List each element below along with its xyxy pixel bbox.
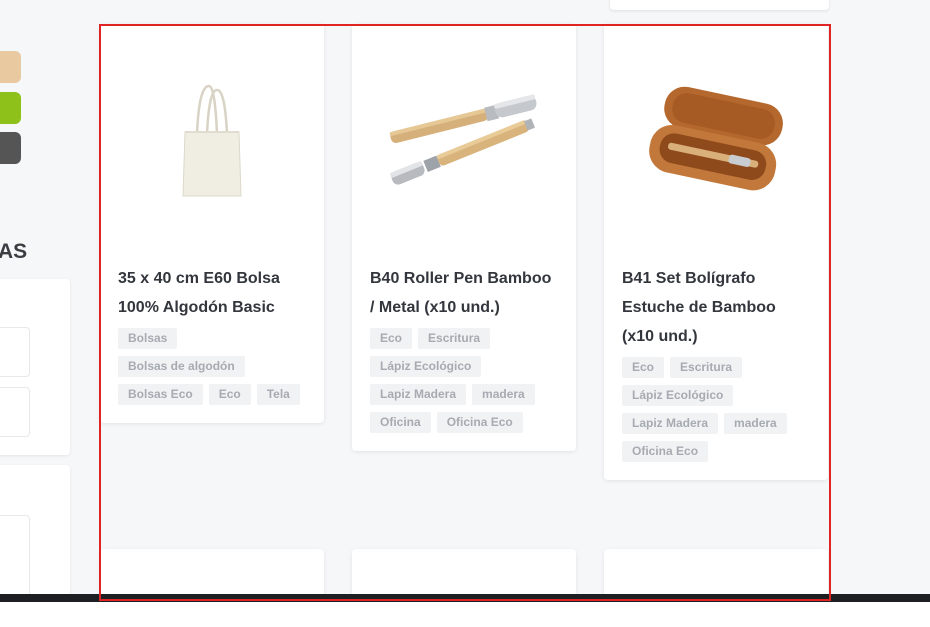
product-tag[interactable]: Lapiz Madera bbox=[370, 384, 467, 405]
product-card[interactable]: B40 Roller Pen Bamboo / Metal (x10 und.)… bbox=[352, 24, 576, 451]
product-tag[interactable]: Eco bbox=[370, 328, 413, 349]
sidebar-heading: AS bbox=[0, 240, 28, 263]
product-tag[interactable]: Oficina bbox=[370, 412, 431, 433]
product-tag[interactable]: madera bbox=[472, 384, 535, 405]
product-tag[interactable]: Bolsas Eco bbox=[118, 384, 203, 405]
product-card-partial[interactable] bbox=[610, 0, 829, 10]
product-card[interactable]: 35 x 40 cm E60 Bolsa 100% Algodón Basic … bbox=[100, 24, 324, 423]
product-tag[interactable]: Escritura bbox=[418, 328, 491, 349]
sidebar-filter-panel bbox=[0, 465, 70, 627]
product-title[interactable]: 35 x 40 cm E60 Bolsa 100% Algodón Basic bbox=[118, 264, 308, 322]
pen-case-icon bbox=[649, 86, 783, 191]
sidebar-filter-option[interactable] bbox=[0, 327, 30, 377]
product-image[interactable] bbox=[352, 24, 576, 260]
sidebar-filter-option[interactable] bbox=[0, 515, 30, 627]
color-swatch-dark[interactable] bbox=[0, 132, 21, 164]
color-swatch-green[interactable] bbox=[0, 92, 21, 124]
product-image[interactable] bbox=[100, 24, 324, 260]
product-tag[interactable]: Lápiz Ecológico bbox=[370, 356, 482, 377]
sidebar-filter-option[interactable] bbox=[0, 387, 30, 437]
color-swatch-cork[interactable] bbox=[0, 51, 21, 83]
product-tag[interactable]: Eco bbox=[622, 357, 665, 378]
product-image[interactable] bbox=[604, 24, 828, 260]
bamboo-pens-icon bbox=[389, 94, 537, 185]
page-bottom bbox=[0, 602, 930, 627]
product-title[interactable]: B40 Roller Pen Bamboo / Metal (x10 und.) bbox=[370, 264, 560, 322]
product-tag[interactable]: Bolsas bbox=[118, 328, 178, 349]
product-tag[interactable]: Lapiz Madera bbox=[622, 413, 719, 434]
product-tag[interactable]: madera bbox=[724, 413, 787, 434]
sidebar-filter-panel bbox=[0, 279, 70, 455]
product-card[interactable]: B41 Set Bolígrafo Estuche de Bamboo (x10… bbox=[604, 24, 828, 480]
footer-bar bbox=[0, 594, 930, 602]
tote-bag-icon bbox=[182, 84, 242, 197]
product-tag[interactable]: Oficina Eco bbox=[622, 441, 709, 462]
product-tag[interactable]: Escritura bbox=[670, 357, 743, 378]
product-tag[interactable]: Tela bbox=[256, 384, 300, 405]
product-tag[interactable]: Lápiz Ecológico bbox=[622, 385, 734, 406]
product-title[interactable]: B41 Set Bolígrafo Estuche de Bamboo (x10… bbox=[622, 264, 812, 351]
product-tag[interactable]: Eco bbox=[208, 384, 251, 405]
product-tag[interactable]: Bolsas de algodón bbox=[118, 356, 245, 377]
product-tag[interactable]: Oficina Eco bbox=[436, 412, 523, 433]
